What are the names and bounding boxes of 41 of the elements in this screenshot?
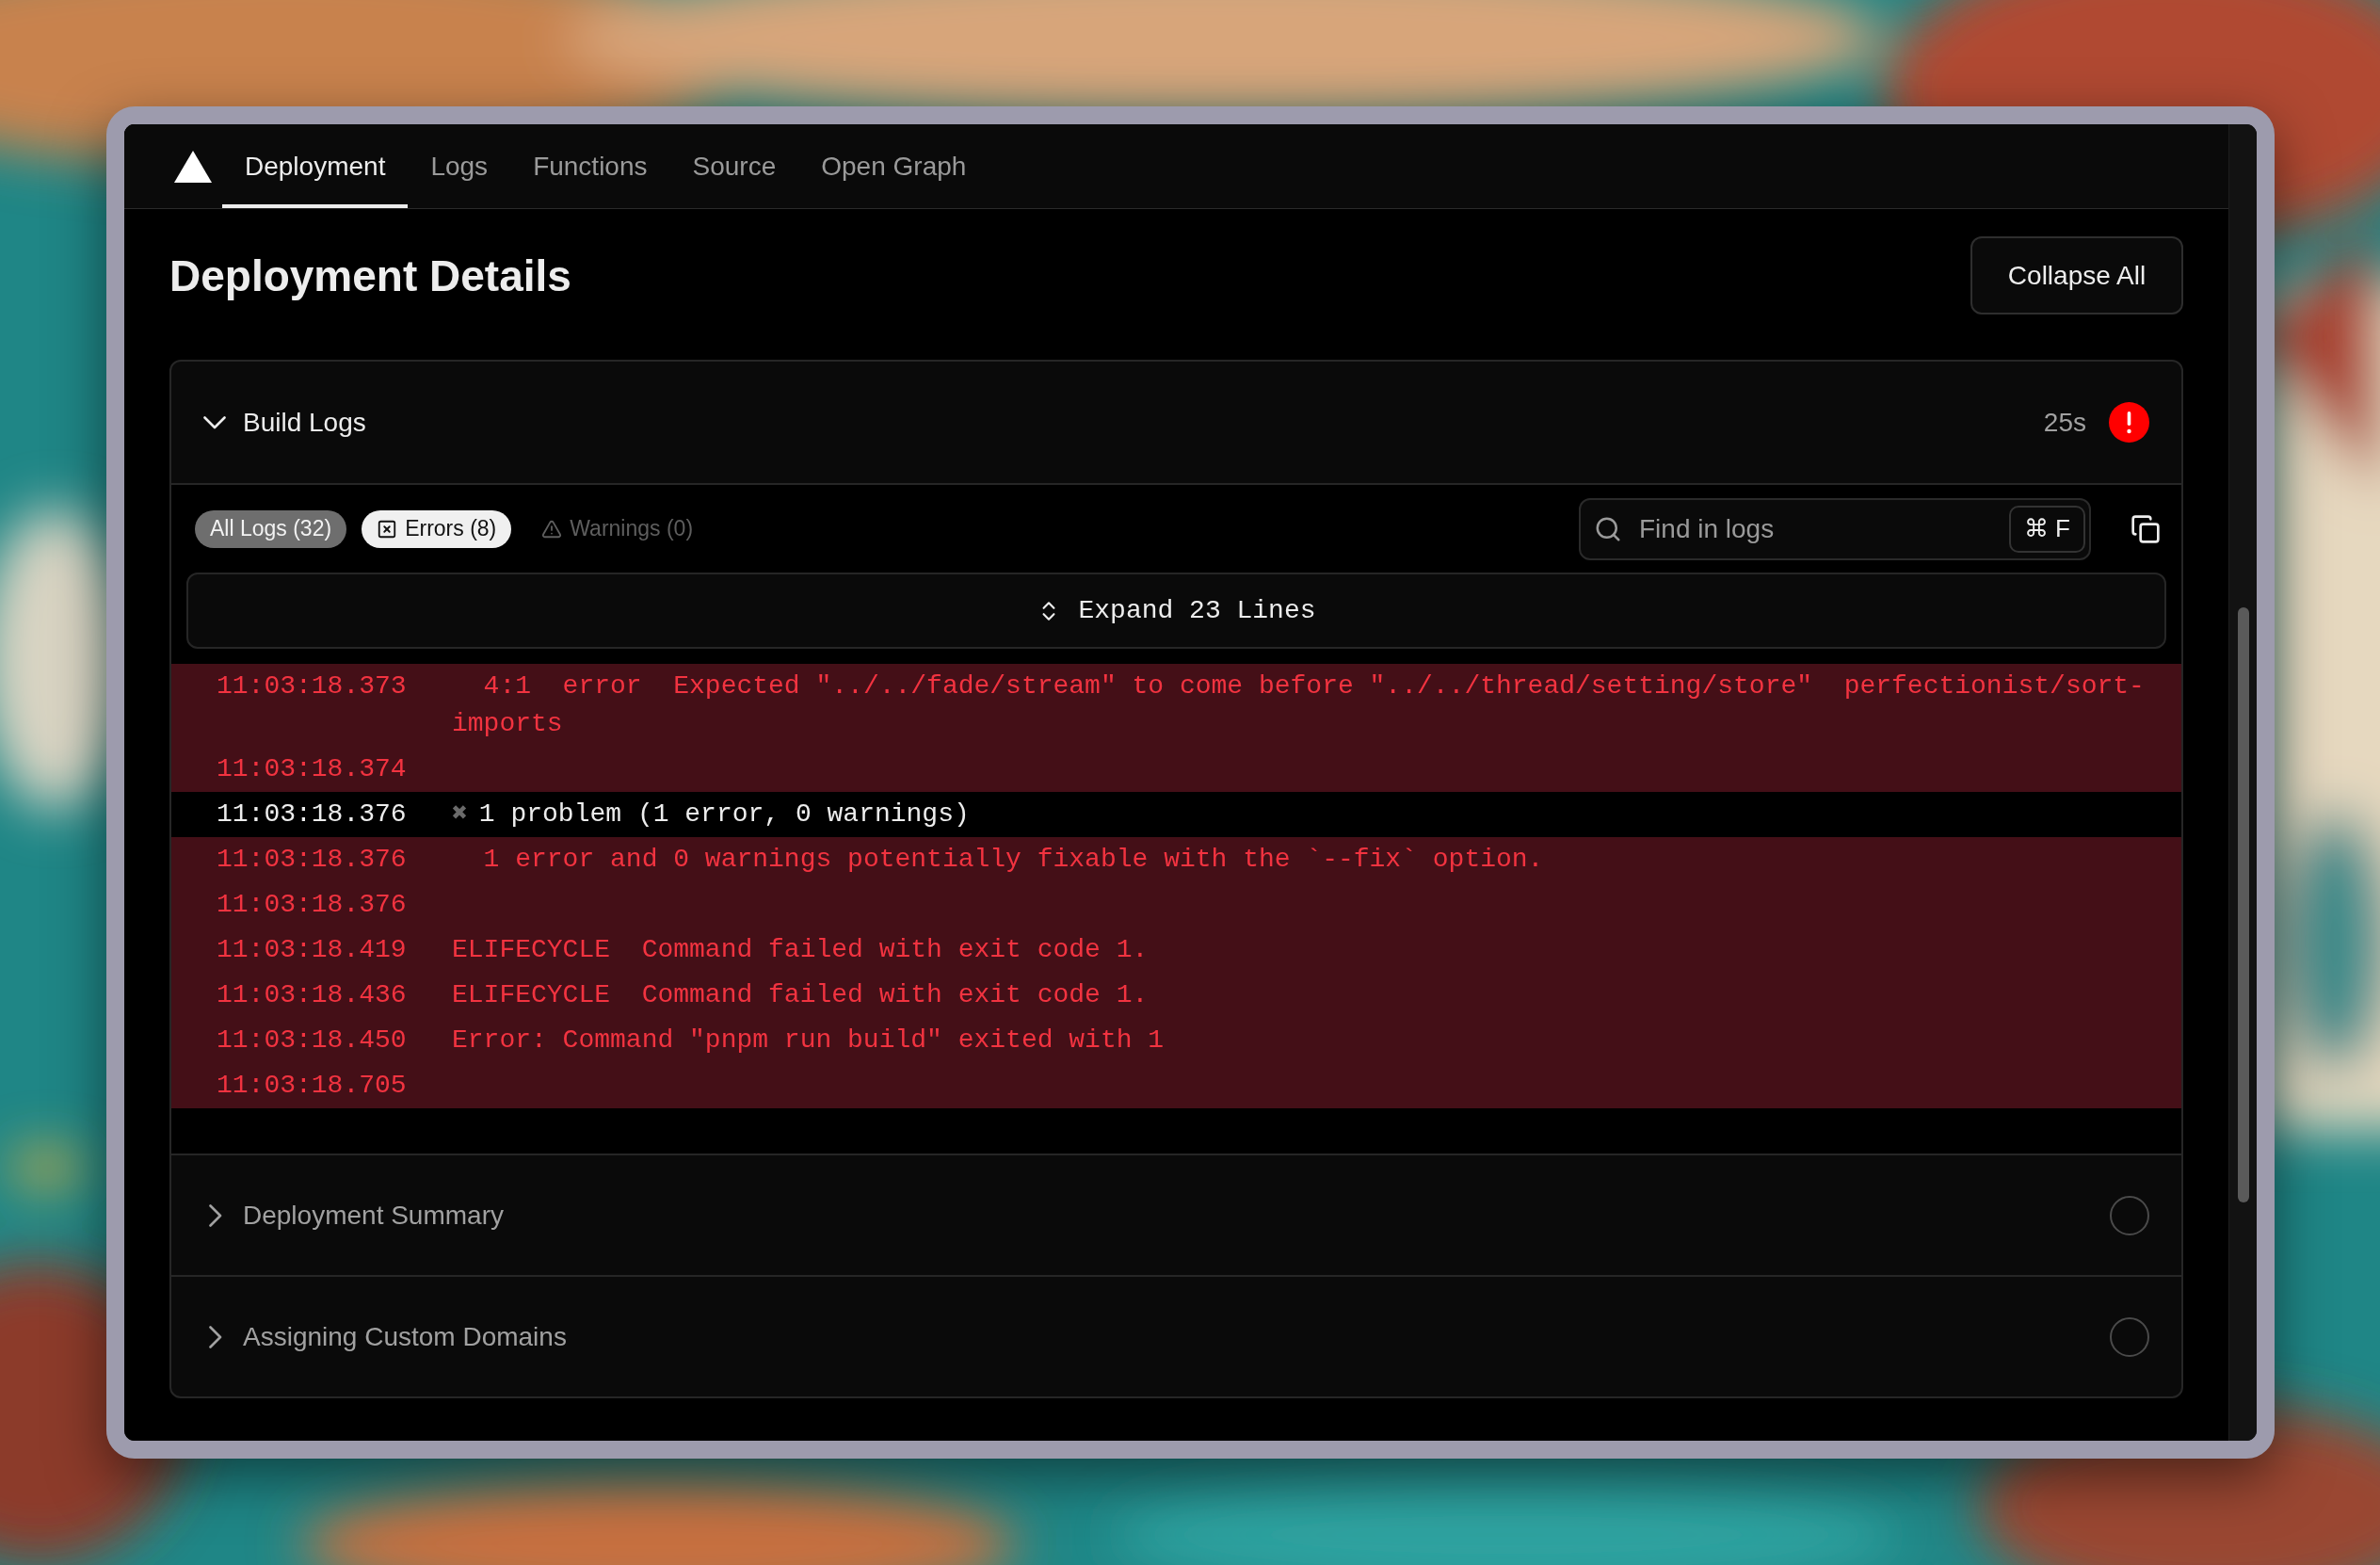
section-title: Deployment Summary xyxy=(243,1200,505,1231)
nav-tab[interactable]: Functions xyxy=(510,124,670,208)
section-header[interactable]: Deployment Summary xyxy=(171,1154,2181,1275)
section-title: Assigning Custom Domains xyxy=(243,1321,568,1352)
log-timestamp: 11:03:18.436 xyxy=(217,979,407,1011)
log-timestamp: 11:03:18.705 xyxy=(217,1070,407,1102)
filter-chip[interactable]: Errors (8) xyxy=(362,509,512,548)
duration-label: 25s xyxy=(2043,407,2086,438)
log-message: ELIFECYCLE Command failed with exit code 1. xyxy=(452,934,1150,966)
log-timestamp: 11:03:18.376 xyxy=(217,889,407,921)
expand-lines-button[interactable]: Expand 23 Lines xyxy=(186,573,2166,649)
nav-tab[interactable]: Source xyxy=(669,124,799,208)
filter-chip[interactable]: All Logs (32) xyxy=(195,509,347,548)
section-header[interactable]: Assigning Custom Domains xyxy=(171,1275,2181,1396)
warning-icon xyxy=(541,518,563,540)
shortcut-key: ⌘ F xyxy=(2008,505,2085,553)
chevron-down-icon xyxy=(203,415,226,429)
log-message: 4:1 error Expected "../../fade/stream" to come before "../../thread/setting/store" perfectionist/sort-imports xyxy=(452,670,2146,740)
log-timestamp: 11:03:18.450 xyxy=(217,1025,407,1057)
scrollbar-thumb[interactable] xyxy=(2237,607,2249,1202)
nav-tab[interactable]: Logs xyxy=(408,124,511,208)
page-title: Deployment Details xyxy=(169,250,571,301)
triangle-logo-icon xyxy=(174,150,212,183)
log-message: 1 problem (1 error, 0 warnings) xyxy=(478,799,970,831)
log-timestamp: 11:03:18.419 xyxy=(217,934,407,966)
log-message: 1 error and 0 warnings potentially fixable with the `--fix` option. xyxy=(482,844,1545,876)
log-timestamp: 11:03:18.376 xyxy=(217,799,407,831)
log-timestamp: 11:03:18.373 xyxy=(217,670,407,702)
collapse-all-button[interactable]: Collapse All xyxy=(1970,236,2183,315)
section-header[interactable]: Build Logs 25s xyxy=(171,362,2181,483)
log-message: ELIFECYCLE Command failed with exit code 1. xyxy=(452,979,1150,1011)
cross-mark: ✖ xyxy=(452,799,468,831)
log-message: Error: Command "pnpm run build" exited with 1 xyxy=(452,1025,1166,1057)
nav-tab[interactable]: Deployment xyxy=(222,124,409,208)
close-square-icon xyxy=(377,518,398,540)
log-timestamp: 11:03:18.376 xyxy=(217,844,407,876)
log-timestamp: 11:03:18.374 xyxy=(217,753,407,785)
chevron-right-icon xyxy=(209,1203,222,1227)
section-title: Build Logs xyxy=(243,407,367,438)
nav-tab[interactable]: Open Graph xyxy=(798,124,989,208)
chevron-right-icon xyxy=(209,1325,222,1348)
